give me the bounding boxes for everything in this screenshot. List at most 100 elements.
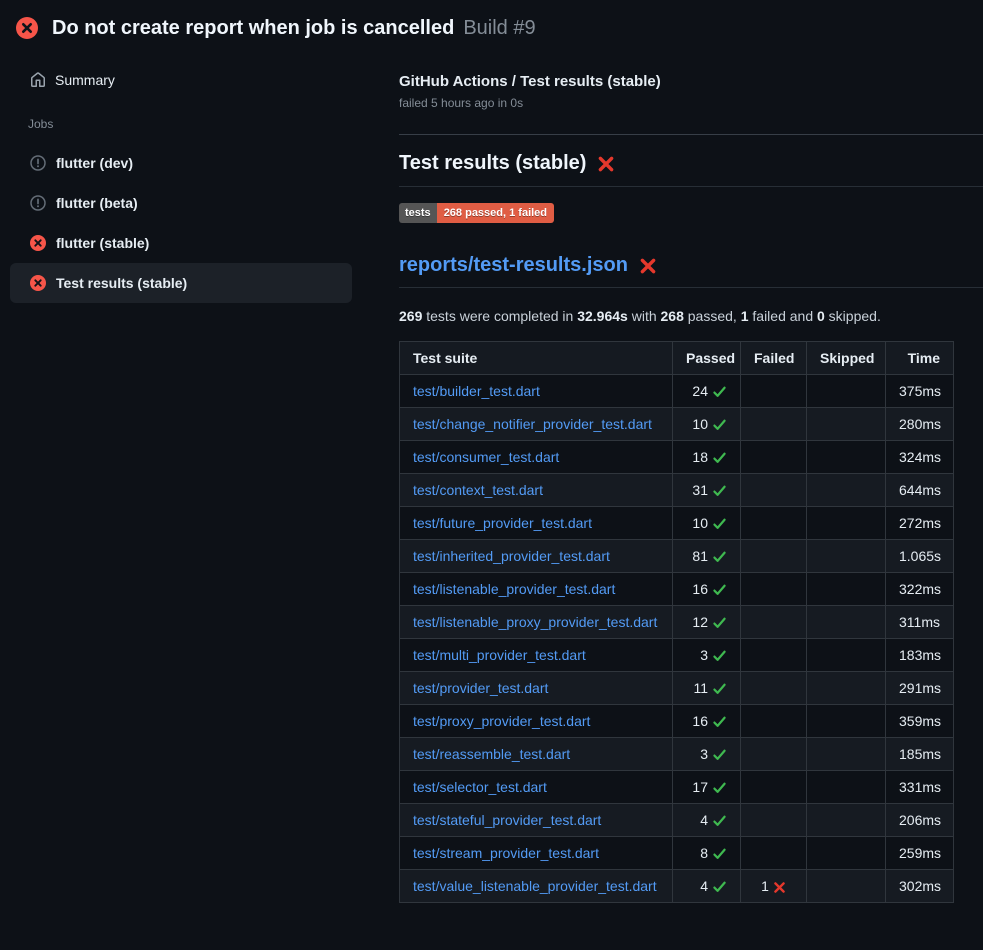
- check-icon: [712, 615, 727, 630]
- test-suite-link[interactable]: test/proxy_provider_test.dart: [413, 713, 590, 729]
- cell-time: 272ms: [886, 507, 954, 540]
- cell-failed: [741, 540, 807, 573]
- column-header-passed: Passed: [673, 342, 741, 375]
- cell-skipped: [807, 771, 886, 804]
- column-header-failed: Failed: [741, 342, 807, 375]
- cell-time: 291ms: [886, 672, 954, 705]
- cell-passed: 12: [673, 606, 741, 639]
- job-label: Test results (stable): [56, 275, 187, 291]
- column-header-test-suite: Test suite: [400, 342, 673, 375]
- cancelled-icon: [30, 195, 46, 211]
- sidebar-item-flutter-dev[interactable]: flutter (dev): [10, 143, 352, 183]
- table-row: test/stateful_provider_test.dart4 206ms: [400, 804, 954, 837]
- test-suite-link[interactable]: test/multi_provider_test.dart: [413, 647, 586, 663]
- cell-skipped: [807, 705, 886, 738]
- summary-segment: 0: [817, 308, 825, 324]
- table-row: test/change_notifier_provider_test.dart1…: [400, 408, 954, 441]
- cell-passed: 11: [673, 672, 741, 705]
- cell-test-suite: test/listenable_proxy_provider_test.dart: [400, 606, 673, 639]
- test-suite-link[interactable]: test/context_test.dart: [413, 482, 543, 498]
- cell-test-suite: test/future_provider_test.dart: [400, 507, 673, 540]
- cell-skipped: [807, 804, 886, 837]
- test-suite-link[interactable]: test/inherited_provider_test.dart: [413, 548, 610, 564]
- summary-segment: 268: [661, 308, 684, 324]
- summary-segment: 1: [741, 308, 749, 324]
- job-label: flutter (beta): [56, 195, 138, 211]
- cell-test-suite: test/provider_test.dart: [400, 672, 673, 705]
- test-suite-link[interactable]: test/value_listenable_provider_test.dart: [413, 878, 657, 894]
- cell-failed: [741, 474, 807, 507]
- cell-time: 1.065s: [886, 540, 954, 573]
- tests-badge: tests 268 passed, 1 failed: [399, 203, 554, 223]
- cell-time: 311ms: [886, 606, 954, 639]
- table-row: test/inherited_provider_test.dart 81 1.06…: [400, 540, 954, 573]
- cell-skipped: [807, 870, 886, 903]
- cell-passed: 4: [673, 870, 741, 903]
- cell-skipped: [807, 540, 886, 573]
- test-suite-link[interactable]: test/reassemble_test.dart: [413, 746, 570, 762]
- passed-count: 18: [692, 449, 708, 465]
- cell-failed: [741, 639, 807, 672]
- home-icon: [30, 72, 46, 88]
- cell-passed: 81: [673, 540, 741, 573]
- cell-test-suite: test/inherited_provider_test.dart: [400, 540, 673, 573]
- cell-skipped: [807, 606, 886, 639]
- cell-passed: 18: [673, 441, 741, 474]
- cell-time: 359ms: [886, 705, 954, 738]
- passed-count: 17: [692, 779, 708, 795]
- cell-failed: [741, 738, 807, 771]
- test-suite-link[interactable]: test/builder_test.dart: [413, 383, 540, 399]
- cell-passed: 16: [673, 573, 741, 606]
- test-suite-link[interactable]: test/selector_test.dart: [413, 779, 547, 795]
- passed-count: 3: [700, 647, 708, 663]
- cell-time: 280ms: [886, 408, 954, 441]
- summary-segment: 32.964s: [577, 308, 628, 324]
- jobs-section-label: Jobs: [28, 117, 399, 131]
- sidebar: Summary Jobs flutter (dev) flutter (beta…: [0, 56, 399, 303]
- results-summary-text: 269 tests were completed in 32.964s with…: [399, 306, 983, 326]
- test-suite-link[interactable]: test/listenable_proxy_provider_test.dart: [413, 614, 657, 630]
- cell-test-suite: test/change_notifier_provider_test.dart: [400, 408, 673, 441]
- x-circle-fill-icon: [16, 17, 38, 39]
- run-title: Do not create report when job is cancell…: [52, 17, 454, 39]
- passed-count: 16: [692, 713, 708, 729]
- check-icon: [712, 681, 727, 696]
- cell-time: 185ms: [886, 738, 954, 771]
- cell-time: 324ms: [886, 441, 954, 474]
- cell-failed: 1: [741, 870, 807, 903]
- table-row: test/stream_provider_test.dart8 259ms: [400, 837, 954, 870]
- cell-test-suite: test/stateful_provider_test.dart: [400, 804, 673, 837]
- cell-time: 331ms: [886, 771, 954, 804]
- summary-segment: 269: [399, 308, 422, 324]
- test-suite-link[interactable]: test/provider_test.dart: [413, 680, 548, 696]
- report-file-link[interactable]: reports/test-results.json: [399, 253, 628, 278]
- test-suite-link[interactable]: test/consumer_test.dart: [413, 449, 559, 465]
- column-header-time: Time: [886, 342, 954, 375]
- test-suite-link[interactable]: test/future_provider_test.dart: [413, 515, 592, 531]
- sidebar-item-summary[interactable]: Summary: [10, 64, 389, 96]
- column-header-skipped: Skipped: [807, 342, 886, 375]
- sidebar-item-test-results-stable[interactable]: Test results (stable): [10, 263, 352, 303]
- breadcrumb: GitHub Actions / Test results (stable): [399, 72, 983, 92]
- test-suite-link[interactable]: test/stateful_provider_test.dart: [413, 812, 601, 828]
- cell-failed: [741, 375, 807, 408]
- test-suite-link[interactable]: test/stream_provider_test.dart: [413, 845, 599, 861]
- passed-count: 16: [692, 581, 708, 597]
- test-suite-link[interactable]: test/change_notifier_provider_test.dart: [413, 416, 652, 432]
- test-suite-link[interactable]: test/listenable_provider_test.dart: [413, 581, 615, 597]
- cell-failed: [741, 408, 807, 441]
- passed-count: 4: [700, 812, 708, 828]
- cell-test-suite: test/consumer_test.dart: [400, 441, 673, 474]
- x-circle-fill-icon: [30, 275, 46, 291]
- check-icon: [712, 780, 727, 795]
- sidebar-item-flutter-stable[interactable]: flutter (stable): [10, 223, 352, 263]
- passed-count: 31: [692, 482, 708, 498]
- cell-test-suite: test/multi_provider_test.dart: [400, 639, 673, 672]
- check-icon: [712, 714, 727, 729]
- section-title: Test results (stable): [399, 151, 983, 187]
- check-icon: [712, 549, 727, 564]
- sidebar-item-flutter-beta[interactable]: flutter (beta): [10, 183, 352, 223]
- cell-skipped: [807, 738, 886, 771]
- test-results-table: Test suitePassedFailedSkippedTime test/bu…: [399, 341, 954, 903]
- failed-count: 1: [761, 878, 769, 894]
